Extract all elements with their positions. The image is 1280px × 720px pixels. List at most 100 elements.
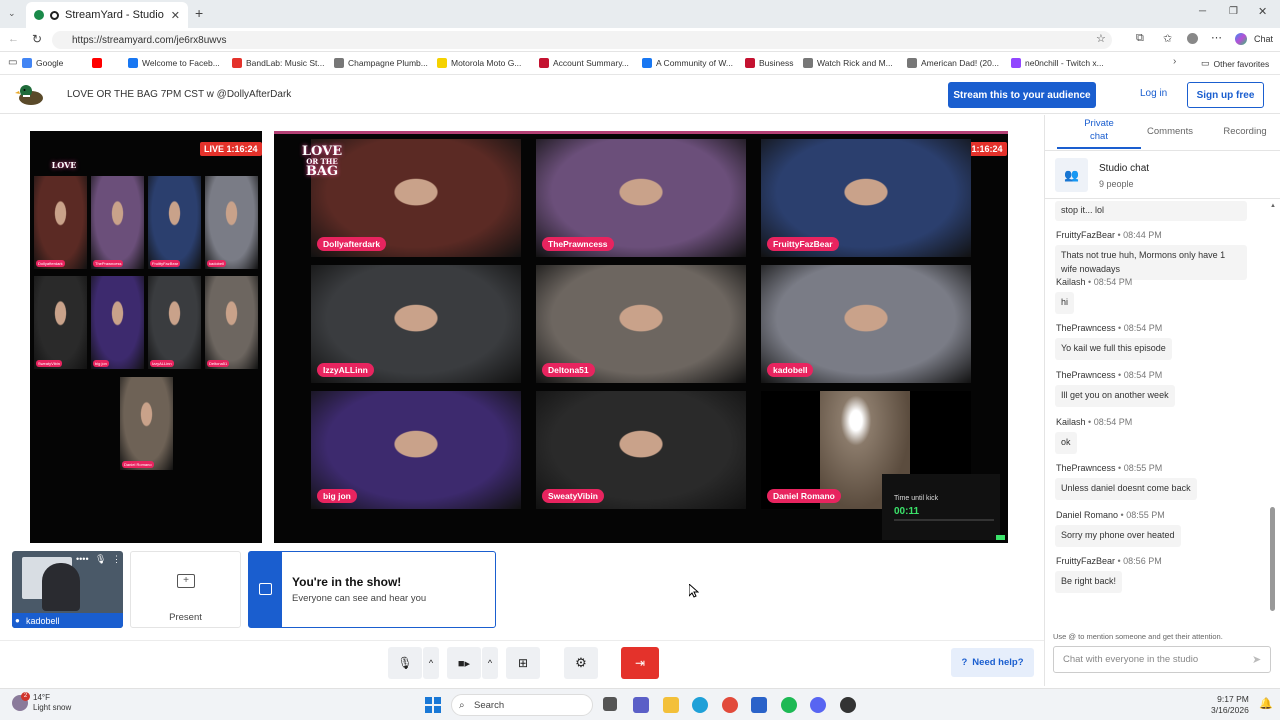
mic-button[interactable]: 🎙	[388, 647, 422, 679]
bookmark-item[interactable]: BandLab: Music St...	[232, 58, 324, 68]
tab-recording[interactable]: Recording	[1215, 126, 1275, 137]
settings-button[interactable]: ⚙	[564, 647, 598, 679]
self-options-icon[interactable]: ⋮	[112, 554, 121, 565]
need-help-button[interactable]: ? Need help?	[951, 648, 1034, 677]
login-link[interactable]: Log in	[1140, 88, 1167, 99]
minimize-icon[interactable]: ─	[1199, 6, 1206, 17]
bookmark-label: BandLab: Music St...	[246, 58, 325, 68]
edge-icon[interactable]	[692, 697, 708, 713]
bookmark-item[interactable]: ne0nchill - Twitch x...	[1011, 58, 1104, 68]
preview-name-tag: SweatyVibin	[36, 360, 62, 367]
new-tab-icon[interactable]: +	[195, 5, 203, 21]
scrollbar-thumb[interactable]	[1270, 507, 1275, 611]
participant-tile[interactable]: Deltona51	[536, 265, 746, 383]
participant-tile[interactable]: ThePrawncess	[536, 139, 746, 257]
tab-divider	[1045, 150, 1280, 151]
chat-input[interactable]: Chat with everyone in the studio ➤	[1053, 646, 1271, 673]
extensions-icon[interactable]: ⧉	[1136, 32, 1144, 45]
bookmark-favicon-icon	[642, 58, 652, 68]
participant-tile[interactable]: IzzyALLinn	[311, 265, 521, 383]
chrome-icon[interactable]	[722, 697, 738, 713]
taskbar-clock[interactable]: 9:17 PM 3/16/2026	[1211, 694, 1249, 716]
self-mic-icon[interactable]: 🎙	[95, 554, 106, 565]
browser-tab-bar: ⌄ StreamYard - Studio ✕ + ─ ❐ ✕	[0, 0, 1280, 28]
chat-message-partial: stop it... lol	[1055, 201, 1247, 221]
copilot-icon[interactable]	[1235, 33, 1247, 45]
bookmark-label: ne0nchill - Twitch x...	[1025, 58, 1104, 68]
participant-tile[interactable]: FruittyFazBear	[761, 139, 971, 257]
bookmark-item[interactable]: Account Summary...	[539, 58, 629, 68]
reading-list-icon[interactable]: ▭	[8, 57, 17, 68]
scene-preview[interactable]: LIVE 1:16:24 LOVE Dollyafterdark ThePrawn…	[30, 131, 262, 543]
bookmark-item[interactable]: Motorola Moto G...	[437, 58, 521, 68]
discord-icon[interactable]	[810, 697, 826, 713]
task-view-icon[interactable]	[603, 697, 617, 711]
chat-author: Kailash	[1056, 417, 1086, 427]
chat-scrollbar[interactable]: ▲	[1270, 203, 1276, 613]
bookmark-item[interactable]: A Community of W...	[642, 58, 733, 68]
present-label: Present	[169, 612, 202, 623]
windows-start-icon[interactable]	[425, 697, 441, 713]
tab-list-icon[interactable]: ⌄	[8, 8, 16, 19]
bookmark-label: Welcome to Faceb...	[142, 58, 220, 68]
store-icon[interactable]	[751, 697, 767, 713]
file-explorer-icon[interactable]	[663, 697, 679, 713]
tab-private-chat[interactable]: Private chat	[1057, 118, 1141, 144]
participant-name-tag: SweatyVibin	[542, 489, 604, 503]
weather-temp: 14°F	[33, 693, 50, 702]
favorite-star-icon[interactable]: ☆	[1096, 32, 1106, 45]
notification-bell-icon[interactable]: 🔔	[1259, 697, 1273, 710]
teams-icon[interactable]	[633, 697, 649, 713]
url-field[interactable]: https://streamyard.com/je6rx8uwvs	[52, 31, 1112, 49]
mic-options-button[interactable]: ^	[423, 647, 439, 679]
close-window-icon[interactable]: ✕	[1258, 5, 1267, 18]
duck-logo-icon[interactable]	[15, 82, 45, 108]
obs-icon[interactable]	[840, 697, 856, 713]
self-camera-card[interactable]: •••• 🎙 ⋮ ● kadobell	[12, 551, 123, 628]
tab-comments[interactable]: Comments	[1145, 126, 1195, 137]
stream-to-audience-button[interactable]: Stream this to your audience	[948, 82, 1096, 108]
scroll-up-icon[interactable]: ▲	[1270, 203, 1276, 209]
share-screen-button[interactable]: ⊞	[506, 647, 540, 679]
more-menu-icon[interactable]: ⋯	[1211, 31, 1222, 44]
bookmarks-overflow-icon[interactable]: ›	[1173, 56, 1176, 67]
bookmark-item[interactable]: Watch Rick and M...	[803, 58, 893, 68]
profile-avatar[interactable]	[1187, 33, 1198, 44]
participant-tile[interactable]: kadobell	[761, 265, 971, 383]
present-button[interactable]: + Present	[130, 551, 241, 628]
bookmark-item[interactable]: Google	[22, 58, 63, 68]
other-favorites[interactable]: ▭ Other favorites	[1201, 58, 1269, 69]
people-icon: 👥	[1055, 158, 1088, 192]
chat-message-header: ThePrawncess • 08:55 PM	[1056, 463, 1162, 473]
bookmark-item[interactable]: Welcome to Faceb...	[128, 58, 220, 68]
back-icon[interactable]: ←	[8, 33, 19, 45]
favorites-icon[interactable]: ✩	[1163, 32, 1172, 45]
refresh-icon[interactable]: ↻	[32, 32, 42, 46]
chat-time: 08:54 PM	[1093, 417, 1133, 427]
bookmark-item[interactable]: Champagne Plumb...	[334, 58, 428, 68]
search-icon: ⌕	[459, 699, 465, 711]
chat-message-header: ThePrawncess • 08:54 PM	[1056, 323, 1162, 333]
participant-tile[interactable]: SweatyVibin	[536, 391, 746, 509]
bookmark-item[interactable]	[92, 58, 106, 68]
close-tab-icon[interactable]: ✕	[171, 9, 180, 22]
bookmark-item[interactable]: American Dad! (20...	[907, 58, 999, 68]
bookmarks-bar: ▭ Google Welcome to Faceb... BandLab: Musi…	[0, 53, 1280, 75]
chat-button[interactable]: Chat	[1254, 34, 1273, 44]
weather-widget[interactable]: 14°F Light snow	[33, 693, 71, 714]
camera-button[interactable]: ■▸	[447, 647, 481, 679]
restore-icon[interactable]: ❐	[1229, 6, 1238, 17]
bookmark-item[interactable]: Business	[745, 58, 794, 68]
send-icon[interactable]: ➤	[1252, 653, 1261, 666]
participant-tile[interactable]: big jon	[311, 391, 521, 509]
taskbar-search[interactable]: ⌕ Search	[451, 694, 593, 716]
audio-indicator	[996, 535, 1005, 540]
camera-options-button[interactable]: ^	[482, 647, 498, 679]
leave-studio-button[interactable]: ⇥	[621, 647, 659, 679]
in-show-notice: You're in the show! Everyone can see and…	[248, 551, 496, 628]
chat-time: 08:54 PM	[1093, 277, 1133, 287]
browser-tab[interactable]: StreamYard - Studio ✕	[26, 2, 188, 28]
signup-button[interactable]: Sign up free	[1187, 82, 1264, 108]
spotify-icon[interactable]	[781, 697, 797, 713]
chat-people-count: 9 people	[1099, 179, 1134, 189]
